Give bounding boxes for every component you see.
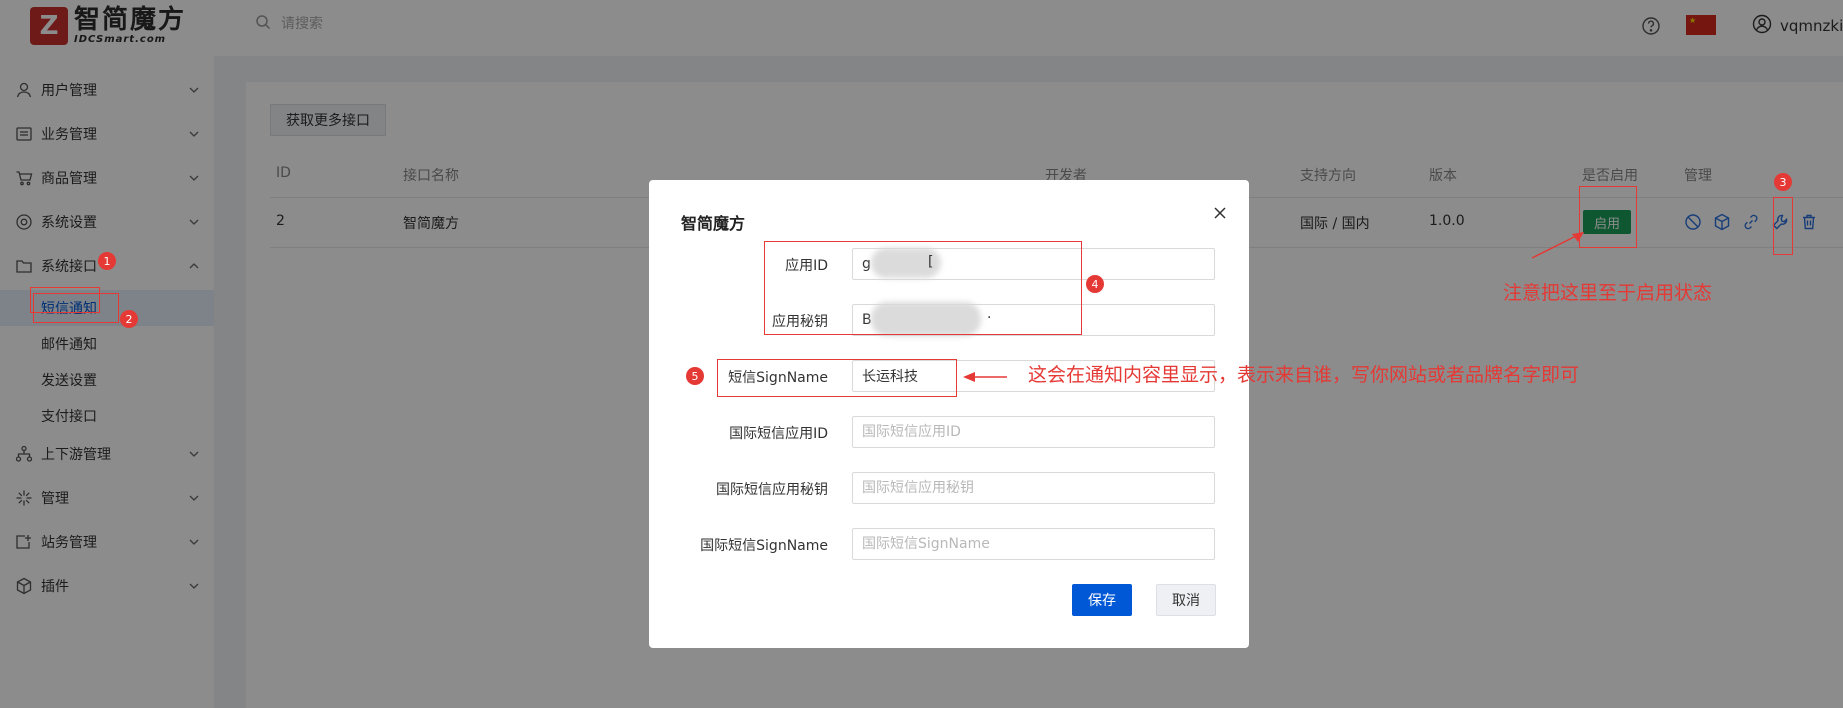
annotation-marker-1: 1	[98, 252, 116, 270]
annotation-marker-3: 3	[1774, 173, 1792, 191]
intl-app-id-input[interactable]	[852, 416, 1215, 448]
annotation-arrow-signname	[963, 372, 1007, 382]
close-icon[interactable]	[1213, 206, 1229, 222]
annotation-box-5	[717, 359, 957, 397]
intl-app-secret-input[interactable]	[852, 472, 1215, 504]
cancel-button[interactable]: 取消	[1156, 584, 1216, 616]
annotation-box-3	[1773, 197, 1793, 255]
intl-app-secret-label: 国际短信应用秘钥	[716, 482, 828, 498]
annotation-box-4	[764, 241, 1082, 335]
annotation-marker-5: 5	[686, 367, 704, 385]
dialog-title: 智简魔方	[681, 214, 746, 233]
intl-signname-input[interactable]	[852, 528, 1215, 560]
save-button[interactable]: 保存	[1072, 584, 1132, 616]
annotation-note-enable: 注意把这里至于启用状态	[1503, 282, 1713, 304]
annotation-note-signname: 这会在通知内容里显示，表示来自谁，写你网站或者品牌名字即可	[1028, 364, 1580, 386]
annotation-arrow-enable	[1531, 232, 1584, 259]
intl-app-id-label: 国际短信应用ID	[729, 426, 828, 442]
annotation-marker-2: 2	[120, 310, 138, 328]
annotation-marker-4: 4	[1086, 275, 1104, 293]
interface-config-dialog: 智简魔方 应用ID [ 应用秘钥 · 短信SignName 国际短信应用ID 国…	[649, 180, 1249, 648]
intl-signname-label: 国际短信SignName	[700, 538, 828, 554]
annotation-box-2	[33, 293, 119, 323]
